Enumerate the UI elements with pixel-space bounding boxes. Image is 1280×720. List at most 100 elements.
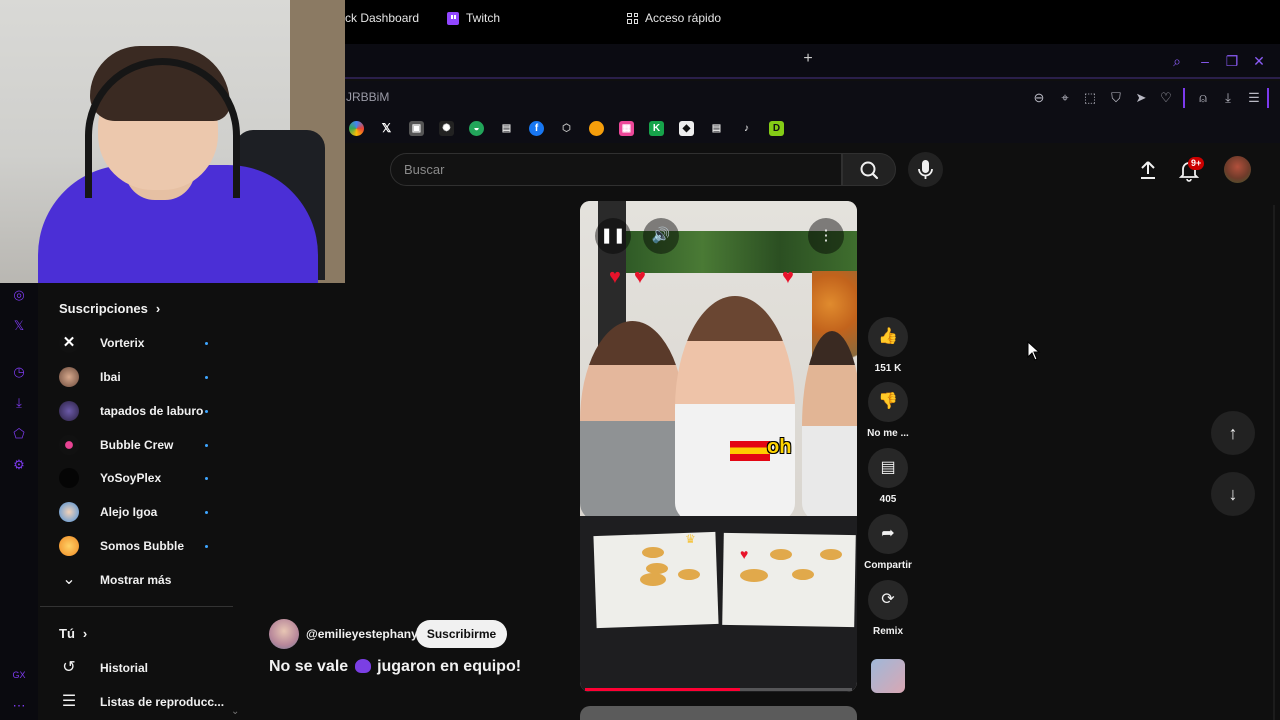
scroll-down-icon[interactable]: ⌄ xyxy=(231,706,239,717)
download-icon[interactable]: ⤓ xyxy=(10,394,28,412)
image-bookmark-icon[interactable]: ▣ xyxy=(409,121,424,136)
comments-button[interactable]: ▤ 405 xyxy=(868,448,908,505)
search-input[interactable] xyxy=(404,162,824,177)
search-icon[interactable]: ⌕ xyxy=(1169,53,1185,69)
more-icon[interactable]: ⋯ xyxy=(10,697,28,715)
minimize-icon[interactable]: – xyxy=(1197,53,1213,69)
video-overlay-text: oh xyxy=(767,436,792,458)
send-icon[interactable]: ➤ xyxy=(1132,89,1150,107)
close-icon[interactable]: ✕ xyxy=(1251,53,1267,69)
gx-icon[interactable]: GX xyxy=(10,666,28,684)
flag-sticker xyxy=(730,441,770,461)
share-button[interactable]: ➦ Compartir xyxy=(864,514,912,571)
remix-button[interactable]: ⟳ Remix xyxy=(868,580,908,637)
upload-button[interactable] xyxy=(1136,158,1160,182)
sidebar-item-history[interactable]: ↺ Historial xyxy=(59,655,219,681)
audio-thumbnail[interactable] xyxy=(871,659,905,693)
subscription-item[interactable]: YoSoyPlex xyxy=(59,465,219,491)
address-text[interactable]: JRBBiM xyxy=(346,90,389,104)
subscription-item[interactable]: Bubble Crew xyxy=(59,432,219,458)
bookmark-icon[interactable]: ✺ xyxy=(439,121,454,136)
video-progress-bar[interactable] xyxy=(585,688,852,691)
channel-handle[interactable]: @emilieyestephany xyxy=(306,627,418,641)
subscriptions-heading[interactable]: Suscripciones › xyxy=(59,301,160,316)
search-button[interactable] xyxy=(842,153,896,186)
video-title: No se vale jugaron en equipo! xyxy=(269,658,522,675)
download-icon[interactable]: ⤓ xyxy=(1219,89,1237,107)
extensions-icon[interactable]: ⬠ xyxy=(10,425,28,443)
voice-search-button[interactable] xyxy=(908,152,943,187)
subscription-item[interactable]: Alejo Igoa xyxy=(59,499,219,525)
dislike-button[interactable]: 👎 No me ... xyxy=(867,382,909,439)
volume-button[interactable]: 🔊 xyxy=(643,218,679,254)
sidebar-item-playlists[interactable]: ☰ Listas de reproducc... xyxy=(59,689,224,715)
tab-label: Twitch xyxy=(466,11,501,25)
tab-label: Acceso rápido xyxy=(645,11,722,25)
account-icon[interactable]: ⍝ xyxy=(1194,89,1212,107)
mouse-cursor-icon xyxy=(1027,341,1041,361)
tab-label: ck Dashboard xyxy=(345,11,420,25)
tab-acceso-rapido[interactable]: Acceso rápido xyxy=(627,8,721,28)
document-bookmark-icon[interactable]: ▤ xyxy=(499,121,514,136)
subscription-item[interactable]: ✕ Vorterix xyxy=(59,330,219,356)
more-options-button[interactable]: ⋮ xyxy=(808,218,844,254)
pin-icon[interactable]: ⌖ xyxy=(1056,89,1074,107)
search-icon xyxy=(860,161,879,180)
subscribe-button[interactable]: Suscribirme xyxy=(416,620,507,648)
zoom-out-icon[interactable]: ⊖ xyxy=(1030,89,1048,107)
document-bookmark-icon[interactable]: ▤ xyxy=(709,121,724,136)
next-short-preview[interactable] xyxy=(580,706,857,720)
subscription-item[interactable]: Somos Bubble xyxy=(59,533,219,559)
channel-avatar: ✕ xyxy=(59,333,79,353)
you-heading[interactable]: Tú › xyxy=(59,626,87,641)
new-content-dot xyxy=(205,444,208,447)
next-short-button[interactable]: ↓ xyxy=(1211,472,1255,516)
heart-icon: ♥ xyxy=(782,266,794,288)
channel-avatar[interactable] xyxy=(269,619,299,649)
x-bookmark-icon[interactable]: 𝕏 xyxy=(379,121,394,136)
crown-icon: ♛ xyxy=(685,532,696,546)
channel-avatar xyxy=(59,536,79,556)
instagram-icon[interactable]: ◎ xyxy=(10,286,28,304)
short-video-player[interactable]: ♥ ♛ ♥ ♥ ♥ oh ❚❚ 🔊 ⋮ xyxy=(580,201,857,692)
screenshot-icon[interactable]: ⬚ xyxy=(1081,89,1099,107)
tab-dashboard[interactable]: ck Dashboard xyxy=(345,8,419,28)
tiktok-bookmark-icon[interactable]: ♪ xyxy=(739,121,754,136)
bookmark-icon[interactable]: ◒ xyxy=(469,121,484,136)
tab-twitch[interactable]: Twitch xyxy=(447,8,500,28)
bookmark-icon[interactable]: D xyxy=(769,121,784,136)
heart-icon[interactable]: ♡ xyxy=(1157,89,1175,107)
profile-avatar[interactable] xyxy=(1224,156,1251,183)
subscription-item[interactable]: Ibai xyxy=(59,364,219,390)
upload-icon xyxy=(1141,161,1155,179)
x-icon[interactable]: 𝕏 xyxy=(10,317,28,335)
heart-icon: ♥ xyxy=(634,266,646,288)
history-icon[interactable]: ◷ xyxy=(10,363,28,381)
kick-bookmark-icon[interactable]: K xyxy=(649,121,664,136)
search-box[interactable] xyxy=(390,153,842,186)
previous-short-button[interactable]: ↑ xyxy=(1211,411,1255,455)
thumbs-up-icon: 👍 xyxy=(868,317,908,357)
channel-avatar xyxy=(59,468,79,488)
menu-icon[interactable]: ☰ xyxy=(1245,89,1263,107)
bookmark-icon[interactable] xyxy=(589,121,604,136)
bookmark-icon[interactable]: ◆ xyxy=(679,121,694,136)
scrollbar[interactable] xyxy=(1273,205,1275,720)
new-tab-button[interactable]: + xyxy=(800,51,816,68)
shield-icon[interactable]: ⛉ xyxy=(1107,89,1125,107)
twitch-icon xyxy=(447,11,459,25)
cube-bookmark-icon[interactable]: ⬡ xyxy=(559,121,574,136)
like-button[interactable]: 👍 151 K xyxy=(868,317,908,374)
browser-side-rail xyxy=(0,283,38,720)
pause-button[interactable]: ❚❚ xyxy=(595,218,631,254)
subscription-item[interactable]: tapados de laburo xyxy=(59,398,219,424)
show-more-button[interactable]: ⌄ Mostrar más xyxy=(59,567,219,593)
settings-icon[interactable]: ⚙ xyxy=(10,456,28,474)
share-label: Compartir xyxy=(864,560,912,571)
chrome-bookmark-icon[interactable] xyxy=(349,121,364,136)
bookmark-icon[interactable]: ▦ xyxy=(619,121,634,136)
toolbar-separator xyxy=(1183,88,1185,108)
facebook-bookmark-icon[interactable]: f xyxy=(529,121,544,136)
maximize-icon[interactable]: ❐ xyxy=(1224,53,1240,69)
devil-emoji-icon xyxy=(354,659,371,673)
